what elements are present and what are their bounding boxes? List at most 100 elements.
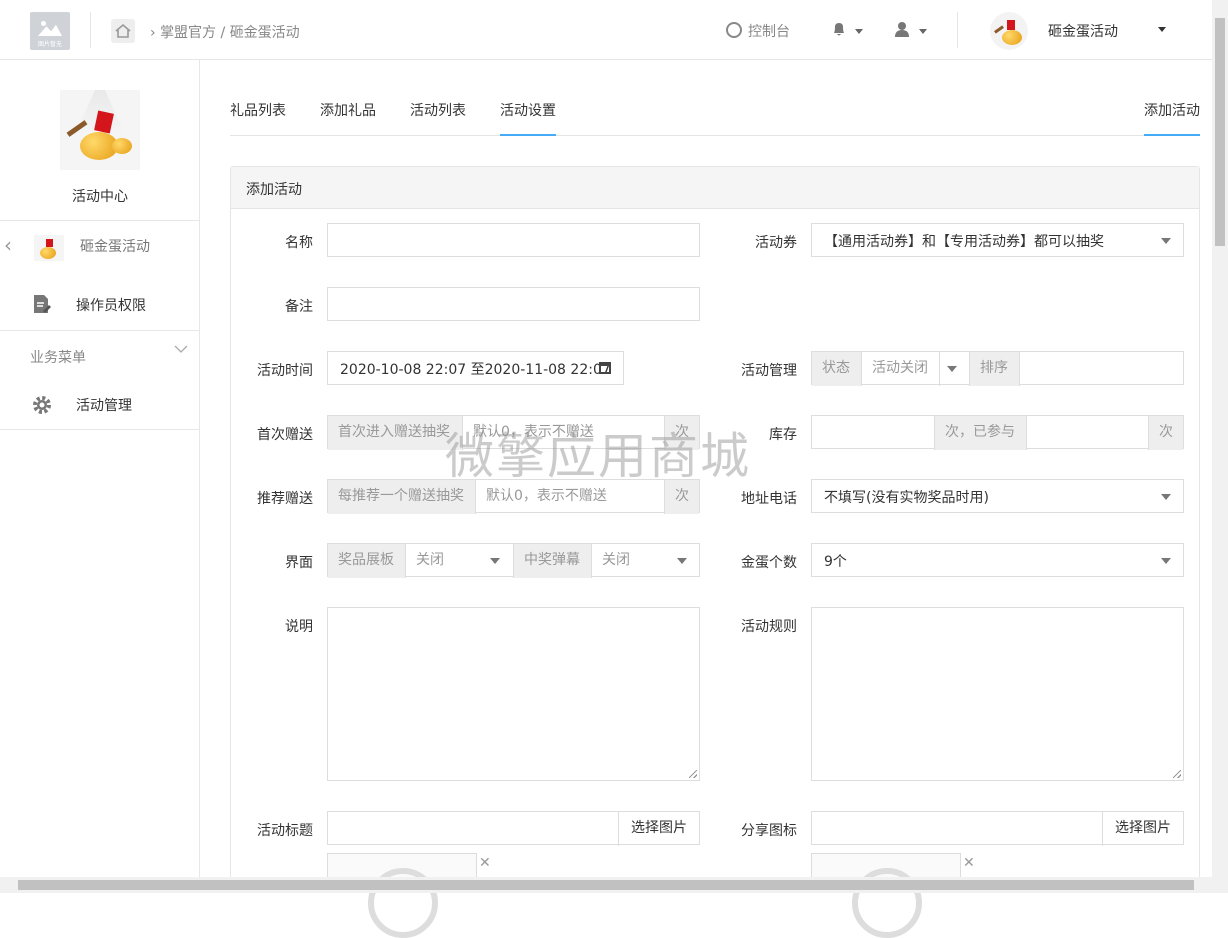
ui-group: 奖品展板 关闭 中奖弹幕 关闭: [327, 543, 700, 578]
eggs-value: 9个: [824, 554, 847, 570]
stock-mid-label: 次，已参与: [935, 416, 1027, 450]
stock-label: 库存: [769, 427, 797, 443]
address-value: 不填写(没有实物奖品时用): [824, 490, 989, 506]
referral-gift-input[interactable]: 默认0，表示不赠送: [476, 480, 665, 514]
status-select[interactable]: 活动关闭: [862, 352, 940, 386]
remove-image-icon[interactable]: ✕: [479, 855, 491, 871]
breadcrumb-item-current: 砸金蛋活动: [229, 25, 300, 41]
remark-input[interactable]: [327, 287, 700, 321]
sidebar-group-title[interactable]: 业务菜单: [30, 347, 86, 367]
top-navbar: 图片暂无 › 掌盟官方 / 砸金蛋活动 控制台 砸金蛋活动: [0, 0, 1212, 60]
bell-icon: [832, 23, 850, 39]
chevron-down-icon: [1161, 558, 1171, 564]
stock-input[interactable]: [812, 416, 935, 450]
sidebar-item-operator-permissions[interactable]: 操作员权限: [0, 280, 200, 330]
chevron-left-icon[interactable]: ‹: [4, 233, 12, 257]
vertical-scrollbar[interactable]: [1212, 0, 1228, 877]
egg-app-icon: [34, 235, 64, 261]
account-avatar[interactable]: [990, 12, 1028, 50]
eggs-select[interactable]: 9个: [811, 543, 1184, 577]
rules-textarea[interactable]: [811, 607, 1184, 781]
edit-doc-icon: [33, 294, 51, 318]
address-label: 地址电话: [741, 491, 797, 507]
win-barrage-label: 中奖弹幕: [514, 544, 592, 578]
first-gift-group: 首次进入赠送抽奖 默认0，表示不赠送 次: [327, 415, 700, 450]
activity-logo: [60, 90, 140, 170]
sidebar: 活动中心 ‹ 砸金蛋活动 操作员权限 业务菜单 活动管理: [0, 60, 200, 877]
gear-icon: [32, 395, 52, 419]
user-dropdown[interactable]: [894, 21, 928, 39]
notification-dropdown[interactable]: [832, 21, 864, 39]
coupon-label: 活动券: [755, 235, 797, 251]
referral-gift-prefix: 每推荐一个赠送抽奖: [328, 480, 476, 514]
app-logo[interactable]: 图片暂无: [30, 12, 70, 50]
sort-input[interactable]: [1020, 352, 1183, 386]
calendar-icon: [599, 362, 611, 374]
home-icon[interactable]: [111, 19, 135, 43]
scrollbar-thumb[interactable]: [18, 880, 1194, 890]
title-image-input[interactable]: [328, 812, 619, 846]
user-icon: [894, 22, 914, 39]
title-choose-image-button[interactable]: 选择图片: [619, 812, 699, 846]
stock-suffix: 次: [1149, 416, 1183, 450]
coupon-select[interactable]: 【通用活动券】和【专用活动券】都可以抽奖: [811, 223, 1184, 257]
sidebar-item-activity-management[interactable]: 活动管理: [0, 380, 200, 430]
logo-caption: 图片暂无: [37, 41, 62, 48]
chevron-down-icon[interactable]: [490, 558, 500, 564]
sidebar-item-label: 操作员权限: [76, 298, 146, 314]
participated-input[interactable]: [1027, 416, 1149, 450]
prize-board-label: 奖品展板: [328, 544, 406, 578]
first-gift-input[interactable]: 默认0，表示不赠送: [463, 416, 665, 450]
chevron-down-icon: [1161, 494, 1171, 500]
scrollbar-thumb[interactable]: [1215, 18, 1225, 246]
desc-label: 说明: [285, 619, 313, 635]
first-gift-suffix: 次: [665, 416, 699, 450]
tab-gift-list[interactable]: 礼品列表: [230, 102, 286, 136]
dashboard-icon: [726, 22, 742, 38]
chevron-down-icon[interactable]: [947, 366, 957, 372]
resize-handle-icon[interactable]: [1173, 770, 1181, 778]
sidebar-item-egg-activity[interactable]: ‹ 砸金蛋活动: [0, 220, 200, 270]
tab-activity-settings[interactable]: 活动设置: [500, 102, 556, 136]
time-label: 活动时间: [257, 363, 313, 379]
chevron-down-icon[interactable]: [677, 558, 687, 564]
add-activity-panel: 添加活动 名称 备注 活动时间 2020-10-08 22:07 至2020-1…: [230, 166, 1200, 938]
share-icon-group: 选择图片: [811, 811, 1184, 846]
desc-textarea[interactable]: [327, 607, 700, 781]
title-label: 活动标题: [257, 823, 313, 839]
divider: [90, 12, 91, 48]
address-select[interactable]: 不填写(没有实物奖品时用): [811, 479, 1184, 513]
panel-title: 添加活动: [231, 167, 1199, 209]
tab-activity-list[interactable]: 活动列表: [410, 102, 466, 136]
name-input[interactable]: [327, 223, 700, 257]
sidebar-title: 活动中心: [72, 189, 128, 205]
resize-handle-icon[interactable]: [689, 770, 697, 778]
tab-add-activity[interactable]: 添加活动: [1144, 102, 1200, 136]
breadcrumb-item-org[interactable]: 掌盟官方: [160, 25, 216, 41]
referral-gift-suffix: 次: [665, 480, 699, 514]
account-name[interactable]: 砸金蛋活动: [1048, 21, 1118, 41]
chevron-right-icon: ›: [150, 25, 156, 41]
time-range-value: 2020-10-08 22:07 至2020-11-08 22:07: [340, 362, 611, 378]
chevron-down-icon: [919, 28, 928, 34]
time-range-picker[interactable]: 2020-10-08 22:07 至2020-11-08 22:07: [327, 351, 624, 385]
chevron-down-icon: [855, 28, 864, 34]
chevron-down-icon: [1161, 238, 1171, 244]
horizontal-scrollbar[interactable]: [0, 877, 1228, 893]
status-label: 状态: [812, 352, 862, 386]
share-icon-label: 分享图标: [741, 823, 797, 839]
chevron-down-icon[interactable]: [174, 342, 188, 358]
console-link[interactable]: 控制台: [726, 21, 790, 41]
stock-group: 次，已参与 次: [811, 415, 1184, 450]
share-icon-input[interactable]: [812, 812, 1103, 846]
remark-label: 备注: [285, 299, 313, 315]
remove-image-icon[interactable]: ✕: [963, 855, 975, 871]
manage-group: 状态 活动关闭 排序: [811, 351, 1184, 386]
ui-label: 界面: [285, 555, 313, 571]
referral-gift-label: 推荐赠送: [257, 491, 313, 507]
share-choose-image-button[interactable]: 选择图片: [1103, 812, 1183, 846]
sidebar-item-label: 活动管理: [76, 398, 132, 414]
tab-add-gift[interactable]: 添加礼品: [320, 102, 376, 136]
account-menu-chevron-icon[interactable]: [1158, 27, 1166, 32]
sidebar-item-label: 砸金蛋活动: [80, 239, 150, 255]
